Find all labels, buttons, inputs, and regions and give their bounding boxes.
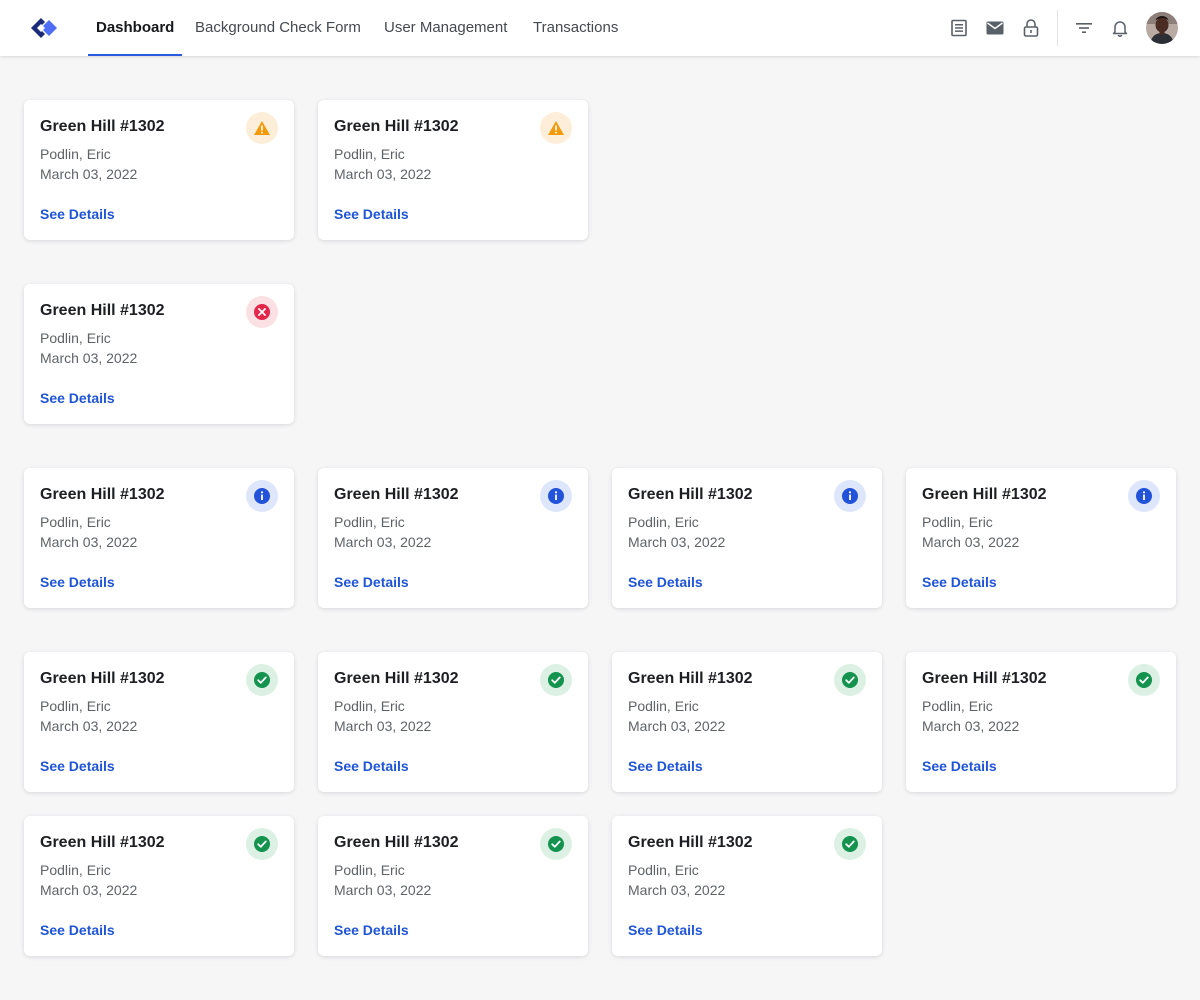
error-icon	[246, 296, 278, 328]
card-person-name: Podlin, Eric	[628, 698, 699, 714]
see-details-link[interactable]: See Details	[334, 922, 409, 938]
check-circle-icon	[246, 664, 278, 696]
record-card: Green Hill #1302 Podlin, Eric March 03, …	[318, 468, 588, 608]
card-title: Green Hill #1302	[628, 834, 753, 851]
card-date: March 03, 2022	[334, 166, 432, 182]
record-card: Green Hill #1302 Podlin, Eric March 03, …	[318, 100, 588, 240]
card-title: Green Hill #1302	[40, 302, 165, 319]
card-person-name: Podlin, Eric	[628, 862, 699, 878]
filter-icon[interactable]	[1072, 16, 1096, 40]
card-person-name: Podlin, Eric	[334, 514, 405, 530]
info-icon	[540, 480, 572, 512]
info-icon	[834, 480, 866, 512]
see-details-link[interactable]: See Details	[334, 574, 409, 590]
record-card: Green Hill #1302 Podlin, Eric March 03, …	[612, 468, 882, 608]
card-date: March 03, 2022	[40, 350, 138, 366]
card-date: March 03, 2022	[40, 166, 138, 182]
card-title: Green Hill #1302	[922, 670, 1047, 687]
top-navigation-bar: Dashboard Background Check Form User Man…	[0, 0, 1200, 56]
record-card: Green Hill #1302 Podlin, Eric March 03, …	[24, 816, 294, 956]
card-date: March 03, 2022	[40, 882, 138, 898]
card-date: March 03, 2022	[628, 882, 726, 898]
mail-icon[interactable]	[983, 16, 1007, 40]
list-icon[interactable]	[947, 16, 971, 40]
card-person-name: Podlin, Eric	[40, 862, 111, 878]
record-card: Green Hill #1302 Podlin, Eric March 03, …	[24, 284, 294, 424]
app-logo[interactable]	[28, 14, 60, 42]
card-person-name: Podlin, Eric	[334, 862, 405, 878]
card-date: March 03, 2022	[628, 718, 726, 734]
card-title: Green Hill #1302	[628, 670, 753, 687]
lock-icon[interactable]	[1019, 16, 1043, 40]
card-title: Green Hill #1302	[334, 670, 459, 687]
card-title: Green Hill #1302	[40, 118, 165, 135]
record-card: Green Hill #1302 Podlin, Eric March 03, …	[612, 652, 882, 792]
see-details-link[interactable]: See Details	[40, 206, 115, 222]
card-title: Green Hill #1302	[334, 834, 459, 851]
card-title: Green Hill #1302	[334, 486, 459, 503]
card-person-name: Podlin, Eric	[334, 698, 405, 714]
warning-icon	[540, 112, 572, 144]
card-date: March 03, 2022	[922, 534, 1020, 550]
card-date: March 03, 2022	[922, 718, 1020, 734]
see-details-link[interactable]: See Details	[334, 206, 409, 222]
card-person-name: Podlin, Eric	[922, 514, 993, 530]
tab-user-management[interactable]: User Management	[376, 0, 515, 56]
card-title: Green Hill #1302	[40, 834, 165, 851]
card-date: March 03, 2022	[40, 718, 138, 734]
bell-icon[interactable]	[1108, 16, 1132, 40]
record-card: Green Hill #1302 Podlin, Eric March 03, …	[612, 816, 882, 956]
record-card: Green Hill #1302 Podlin, Eric March 03, …	[24, 652, 294, 792]
tab-background-check-form[interactable]: Background Check Form	[187, 0, 369, 56]
card-title: Green Hill #1302	[922, 486, 1047, 503]
card-date: March 03, 2022	[628, 534, 726, 550]
card-person-name: Podlin, Eric	[922, 698, 993, 714]
see-details-link[interactable]: See Details	[628, 758, 703, 774]
card-date: March 03, 2022	[334, 718, 432, 734]
see-details-link[interactable]: See Details	[334, 758, 409, 774]
card-title: Green Hill #1302	[40, 486, 165, 503]
tab-dashboard[interactable]: Dashboard	[88, 0, 183, 56]
card-title: Green Hill #1302	[334, 118, 459, 135]
see-details-link[interactable]: See Details	[922, 574, 997, 590]
record-card: Green Hill #1302 Podlin, Eric March 03, …	[318, 816, 588, 956]
card-date: March 03, 2022	[334, 534, 432, 550]
check-circle-icon	[540, 828, 572, 860]
info-icon	[246, 480, 278, 512]
see-details-link[interactable]: See Details	[40, 922, 115, 938]
record-card: Green Hill #1302 Podlin, Eric March 03, …	[24, 100, 294, 240]
check-circle-icon	[540, 664, 572, 696]
see-details-link[interactable]: See Details	[40, 390, 115, 406]
card-person-name: Podlin, Eric	[40, 146, 111, 162]
see-details-link[interactable]: See Details	[40, 574, 115, 590]
card-date: March 03, 2022	[334, 882, 432, 898]
card-person-name: Podlin, Eric	[40, 698, 111, 714]
check-circle-icon	[834, 664, 866, 696]
card-title: Green Hill #1302	[40, 670, 165, 687]
record-card: Green Hill #1302 Podlin, Eric March 03, …	[318, 652, 588, 792]
card-date: March 03, 2022	[40, 534, 138, 550]
record-card: Green Hill #1302 Podlin, Eric March 03, …	[24, 468, 294, 608]
see-details-link[interactable]: See Details	[40, 758, 115, 774]
user-avatar[interactable]	[1146, 12, 1178, 44]
see-details-link[interactable]: See Details	[922, 758, 997, 774]
card-person-name: Podlin, Eric	[40, 514, 111, 530]
warning-icon	[246, 112, 278, 144]
check-circle-icon	[834, 828, 866, 860]
card-person-name: Podlin, Eric	[628, 514, 699, 530]
tab-transactions[interactable]: Transactions	[525, 0, 626, 56]
toolbar-divider	[1057, 10, 1058, 46]
check-circle-icon	[246, 828, 278, 860]
card-person-name: Podlin, Eric	[40, 330, 111, 346]
card-title: Green Hill #1302	[628, 486, 753, 503]
record-card: Green Hill #1302 Podlin, Eric March 03, …	[906, 468, 1176, 608]
check-circle-icon	[1128, 664, 1160, 696]
info-icon	[1128, 480, 1160, 512]
see-details-link[interactable]: See Details	[628, 574, 703, 590]
see-details-link[interactable]: See Details	[628, 922, 703, 938]
record-card: Green Hill #1302 Podlin, Eric March 03, …	[906, 652, 1176, 792]
card-person-name: Podlin, Eric	[334, 146, 405, 162]
